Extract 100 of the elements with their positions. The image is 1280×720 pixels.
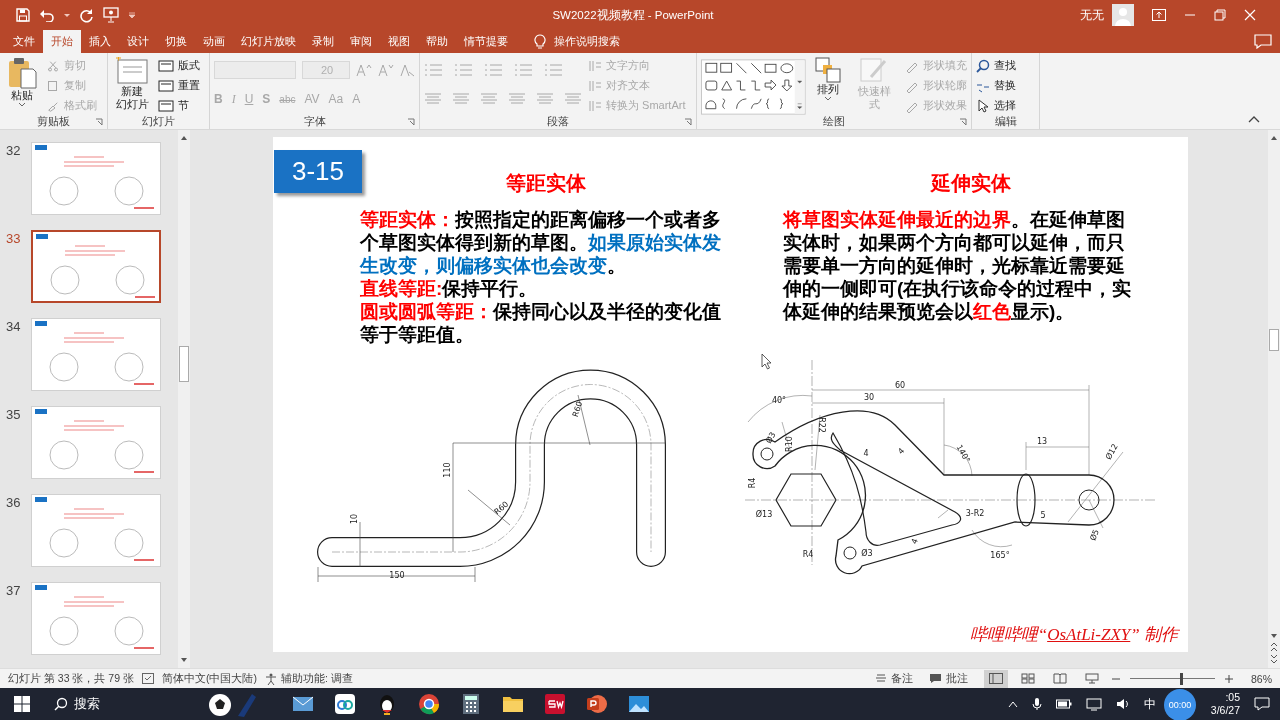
ribbon-tab[interactable]: 开始 xyxy=(43,30,81,53)
network-icon[interactable] xyxy=(1086,697,1102,711)
ribbon-button[interactable]: 节 xyxy=(158,97,200,114)
group-label: 幻灯片 xyxy=(142,114,175,129)
ribbon-tab[interactable]: 录制 xyxy=(304,30,342,53)
photos-icon[interactable] xyxy=(628,693,650,715)
dimension-label: 10 xyxy=(350,513,359,525)
ribbon-tab[interactable]: 审阅 xyxy=(342,30,380,53)
battery-icon[interactable] xyxy=(1056,699,1072,709)
slide-number: 37 xyxy=(5,583,22,598)
slide-number: 35 xyxy=(5,407,22,422)
new-slide-button[interactable]: 新建 幻灯片 xyxy=(112,55,152,113)
paragraph: 等距实体：按照指定的距离偏移一个或者多个草图实体得到新的草图。如果原始实体发生改变，则偏移实体也会改变。 xyxy=(360,208,722,277)
projector-icon xyxy=(1085,673,1099,684)
dimension-label: R60 xyxy=(570,400,585,419)
dimension-label: 4 xyxy=(896,446,907,457)
slide-thumbnail[interactable] xyxy=(31,230,161,303)
slide-number: 33 xyxy=(5,231,22,246)
view-button[interactable] xyxy=(984,669,1008,688)
comment-icon[interactable] xyxy=(1254,34,1272,49)
arrange-icon xyxy=(814,57,841,83)
tell-me-search[interactable]: 操作说明搜索 xyxy=(534,30,620,53)
ribbon-tab[interactable]: 切换 xyxy=(157,30,195,53)
browser-icon[interactable] xyxy=(418,693,440,715)
dimension-label: 4 xyxy=(863,449,869,458)
comments-button[interactable]: 批注 xyxy=(929,671,968,686)
calculator-icon[interactable] xyxy=(460,693,482,715)
presentation-app-icon[interactable] xyxy=(586,693,608,715)
undo-icon[interactable] xyxy=(39,8,55,22)
ribbon-tab[interactable]: 插入 xyxy=(81,30,119,53)
scroll-thumb[interactable] xyxy=(179,346,189,382)
ribbon-display-icon[interactable] xyxy=(1152,9,1166,21)
ribbon-tab[interactable]: 帮助 xyxy=(418,30,456,53)
slide-icon xyxy=(115,57,149,85)
tool-icon xyxy=(46,58,60,73)
chevron-up-icon[interactable] xyxy=(1008,700,1018,708)
dimension-label: 110 xyxy=(443,462,452,478)
ribbon-tab[interactable]: 幻灯片放映 xyxy=(233,30,304,53)
notes-button[interactable]: 备注 xyxy=(875,671,913,686)
ribbon-tab[interactable]: 设计 xyxy=(119,30,157,53)
close-icon[interactable] xyxy=(1244,9,1256,21)
user-name[interactable]: 无无 xyxy=(1080,7,1104,23)
ribbon-tab[interactable]: 文件 xyxy=(5,30,43,53)
dimension-label: 13 xyxy=(1036,437,1048,446)
dimension-label: Ø3 xyxy=(764,430,778,445)
text-tool-icon xyxy=(588,98,602,113)
dialog-launcher-icon[interactable] xyxy=(95,118,103,126)
microphone-icon[interactable] xyxy=(1032,697,1042,711)
notes-icon xyxy=(875,673,887,684)
section-title: 等距实体 xyxy=(506,171,586,196)
paste-button[interactable]: 粘贴 xyxy=(4,55,40,109)
arrange-button[interactable]: 排列 xyxy=(811,55,844,103)
dimension-label: R10 xyxy=(785,436,794,452)
presentation-icon[interactable] xyxy=(103,7,119,23)
spellcheck-icon[interactable] xyxy=(141,673,154,684)
app-icon[interactable] xyxy=(544,693,566,715)
search-icon xyxy=(54,697,68,711)
dialog-launcher-icon[interactable] xyxy=(407,118,415,126)
next-slide-icon[interactable] xyxy=(1269,653,1279,665)
scrollbar[interactable] xyxy=(178,130,190,668)
ribbon-button[interactable]: 重置 xyxy=(158,77,200,94)
slide-count: 幻灯片 第 33 张，共 79 张 xyxy=(8,671,134,686)
dimension-label: 60 xyxy=(894,381,906,390)
slide-number: 36 xyxy=(5,495,22,510)
previous-slide-icon[interactable] xyxy=(1269,641,1279,653)
accessibility-button[interactable]: 辅助功能: 调查 xyxy=(264,671,353,686)
ribbon-button[interactable]: 选择 xyxy=(976,97,1016,114)
paragraph: 圆或圆弧等距：保持同心以及半径的变化值等于等距值。 xyxy=(360,300,722,346)
redo-icon[interactable] xyxy=(79,7,94,23)
taskbar-search[interactable]: 搜索 xyxy=(54,695,174,713)
group-label: 剪贴板 xyxy=(37,114,70,129)
language-label[interactable]: 简体中文(中国大陆) xyxy=(161,671,257,686)
volume-icon[interactable] xyxy=(1116,698,1130,710)
notification-icon[interactable] xyxy=(1254,697,1270,711)
ribbon-tab[interactable]: 动画 xyxy=(195,30,233,53)
zoom-level[interactable]: 86% xyxy=(1251,672,1272,685)
start-icon[interactable] xyxy=(14,696,30,712)
restore-icon[interactable] xyxy=(1214,9,1226,21)
ribbon-button[interactable]: 替换 xyxy=(976,77,1016,94)
input-method-label[interactable]: 中 xyxy=(1144,695,1156,713)
recording-timer[interactable]: 00:00 xyxy=(1164,689,1196,720)
dimension-label: Ø13 xyxy=(755,510,773,519)
dialog-launcher-icon[interactable] xyxy=(684,118,692,126)
ribbon-tab[interactable]: 情节提要 xyxy=(456,30,516,53)
ribbon-button[interactable]: 查找 xyxy=(976,57,1016,74)
collapse-ribbon-icon[interactable] xyxy=(1248,115,1260,123)
scrollbar[interactable] xyxy=(1268,130,1280,668)
ribbon-button[interactable]: 版式 xyxy=(158,57,200,74)
window-title: SW2022视频教程 - PowerPoint xyxy=(551,7,715,23)
text-tool-icon xyxy=(588,78,602,93)
dialog-launcher-icon[interactable] xyxy=(959,118,967,126)
credit-text: 哔哩哔哩“OsAtLi-ZXY” 制作 xyxy=(969,624,1178,646)
comment-icon xyxy=(929,673,942,684)
shape-gallery[interactable] xyxy=(701,59,806,115)
ribbon-tab[interactable]: 视图 xyxy=(380,30,418,53)
zoom-in-icon[interactable] xyxy=(1225,674,1233,683)
app-icon[interactable] xyxy=(334,693,356,715)
save-icon[interactable] xyxy=(16,8,30,22)
scroll-thumb[interactable] xyxy=(1269,329,1279,351)
clock[interactable]: :05 3/6/27 xyxy=(1200,691,1240,717)
